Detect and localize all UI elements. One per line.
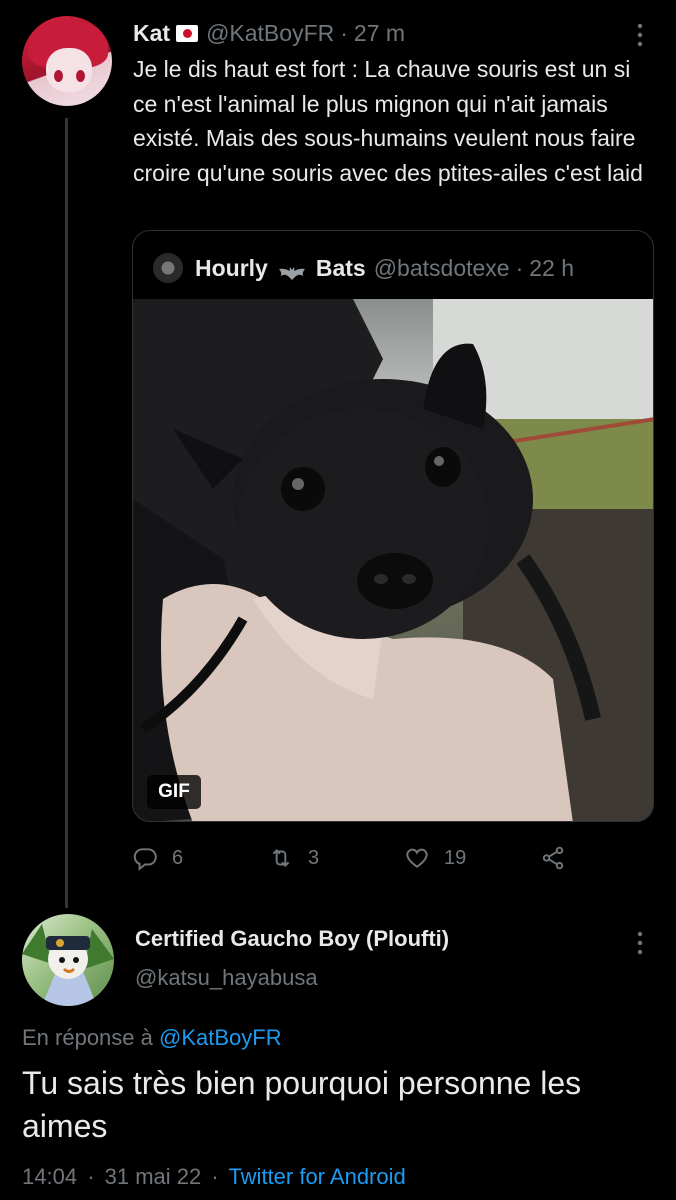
tweet-header: Kat @KatBoyFR · 27 m: [133, 17, 405, 49]
reply-to-link[interactable]: @KatBoyFR: [159, 1025, 282, 1050]
reply-meta: 14:04 · 31 mai 22 · Twitter for Android: [22, 1164, 406, 1190]
tweet-time[interactable]: 27 m: [354, 20, 405, 47]
bat-photo: [133, 299, 653, 821]
more-icon[interactable]: [636, 930, 644, 961]
tweet-text: Je le dis haut est fort : La chauve sour…: [133, 56, 643, 186]
reply-text: Tu sais très bien pourquoi personne les …: [22, 1065, 582, 1144]
reply-time: 14:04: [22, 1164, 78, 1189]
separator: ·: [87, 1164, 95, 1189]
separator: ·: [211, 1164, 219, 1189]
quote-avatar: [153, 253, 183, 283]
separator: ·: [515, 254, 524, 281]
separator: ·: [340, 19, 348, 46]
quote-time: 22 h: [529, 254, 575, 281]
reply-count: 6: [172, 846, 184, 869]
reply-icon: [133, 848, 157, 871]
share-icon: [542, 846, 564, 870]
reply-button[interactable]: 6: [132, 842, 183, 874]
author-avatar[interactable]: [22, 16, 112, 106]
quote-name-part2: Bats: [315, 254, 366, 281]
quoted-tweet[interactable]: Hourly Bats @batsdotexe · 22 h GIF: [132, 230, 654, 822]
gif-badge: GIF: [147, 775, 201, 809]
like-button[interactable]: 19: [404, 842, 466, 874]
quote-header: Hourly Bats @batsdotexe · 22 h: [153, 253, 574, 283]
quote-name-part1: Hourly: [195, 254, 268, 281]
reply-author-handle[interactable]: @katsu_hayabusa: [135, 965, 318, 991]
share-button[interactable]: [540, 842, 580, 874]
flag-icon: [176, 24, 199, 42]
reply-author-avatar[interactable]: [22, 914, 114, 1006]
author-name[interactable]: Kat: [133, 20, 170, 47]
bat-gif[interactable]: GIF: [133, 299, 653, 821]
like-count: 19: [444, 846, 467, 869]
bat-icon: [277, 260, 307, 280]
like-icon: [406, 848, 428, 868]
more-icon[interactable]: [636, 22, 644, 48]
retweet-count: 3: [308, 846, 320, 869]
retweet-icon: [272, 849, 290, 867]
reply-author-name[interactable]: Certified Gaucho Boy (Ploufti): [135, 926, 449, 952]
reply-source-link[interactable]: Twitter for Android: [228, 1164, 405, 1189]
reply-context: En réponse à @KatBoyFR: [22, 1025, 282, 1051]
author-handle[interactable]: @KatBoyFR: [206, 20, 334, 47]
reply-date: 31 mai 22: [104, 1164, 202, 1189]
retweet-button[interactable]: 3: [268, 842, 319, 874]
quote-handle: @batsdotexe: [373, 254, 510, 281]
thread-line: [65, 118, 68, 908]
reply-to-label: En réponse à: [22, 1025, 153, 1050]
